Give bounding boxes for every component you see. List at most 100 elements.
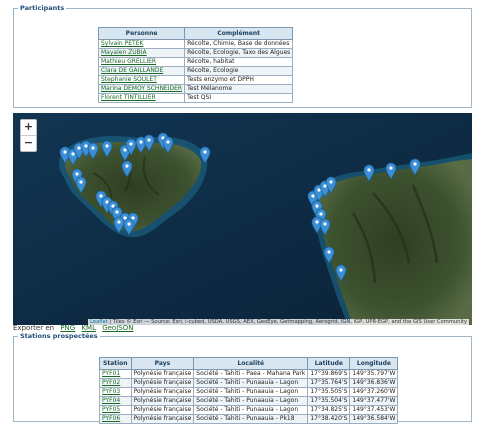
station-lon-cell: 149°36.584'W <box>349 414 399 424</box>
col-personne: Personne <box>97 27 186 40</box>
participant-role-cell: Test QSI <box>184 93 294 103</box>
participant-link[interactable]: Sylvain PETEK <box>101 40 143 47</box>
participant-link[interactable]: Mayalen ZUBIA <box>101 49 147 56</box>
table-row: Mayalen ZUBIA Récolte, Ecologie, Taxo des… <box>97 48 294 58</box>
participant-name-cell: Mayalen ZUBIA <box>97 48 186 58</box>
marker-dot <box>125 164 129 168</box>
table-row: Sylvain PETEK Récolte, Chimie, Base de do… <box>97 39 294 49</box>
station-lon-cell: 149°37.260'W <box>349 387 399 397</box>
satellite-imagery[interactable] <box>13 113 472 325</box>
marker-dot <box>147 138 151 142</box>
station-station-cell: PYF02 <box>99 378 132 388</box>
marker-dot <box>367 168 371 172</box>
participants-table: Personne Complément Sylvain PETEK Récolte… <box>97 27 294 103</box>
marker-dot <box>111 204 115 208</box>
participant-link[interactable]: Marina DEMOY SCHNEIDER <box>101 85 182 92</box>
participant-name-cell: Sylvain PETEK <box>97 39 186 49</box>
station-lat-cell: 17°34.825'S <box>307 405 351 415</box>
map-view[interactable]: + − Leaflet | Tiles © Esri — Source: Esr… <box>13 113 472 325</box>
participant-link[interactable]: Mathieu GRELLIER <box>101 58 156 65</box>
station-localite-cell: Société - Tahiti - Punaauia - Lagon <box>193 378 309 388</box>
marker-dot <box>339 268 343 272</box>
station-localite-cell: Société - Tahiti - Paea - Mahana Park <box>193 369 309 379</box>
export-png-link[interactable]: PNG <box>60 324 75 332</box>
participant-link[interactable]: Clara DE GAILLANDE <box>101 67 163 74</box>
marker-dot <box>139 140 143 144</box>
participant-name-cell: Marina DEMOY SCHNEIDER <box>97 84 186 94</box>
station-pays-cell: Polynésie française <box>130 414 195 424</box>
participant-role-cell: Récolte, Ecologie, Taxo des Algues <box>184 48 294 58</box>
station-localite-cell: Société - Tahiti - Punaauia - Lagon <box>193 405 309 415</box>
marker-dot <box>84 144 88 148</box>
station-link[interactable]: PYF05 <box>102 406 120 413</box>
marker-dot <box>63 150 67 154</box>
table-row: Clara DE GAILLANDE Récolte, Ecologie <box>97 66 294 76</box>
map-attribution: Leaflet | Tiles © Esri — Source: Esri, i… <box>88 319 469 325</box>
marker-dot <box>123 148 127 152</box>
table-row: Marina DEMOY SCHNEIDER Test Mélanome <box>97 84 294 94</box>
participant-role-cell: Tests enzymo et DPPH <box>184 75 294 85</box>
marker-dot <box>413 162 417 166</box>
export-label: Exporter en <box>13 324 55 332</box>
marker-dot <box>105 144 109 148</box>
table-row: PYF01 Polynésie française Société - Tahiti… <box>99 369 399 379</box>
stations-legend: Stations prospectées <box>20 332 98 340</box>
station-link[interactable]: PYF03 <box>102 388 120 395</box>
station-link[interactable]: PYF06 <box>102 415 120 422</box>
marker-dot <box>79 180 83 184</box>
participant-role-cell: Test Mélanome <box>184 84 294 94</box>
export-kml-link[interactable]: KML <box>81 324 96 332</box>
zoom-control: + − <box>20 119 37 152</box>
marker-dot <box>99 194 103 198</box>
participant-role-cell: Récolte, Chimie, Base de données <box>184 39 294 49</box>
station-link[interactable]: PYF02 <box>102 379 120 386</box>
station-lon-cell: 149°36.836'W <box>349 378 399 388</box>
zoom-out-button[interactable]: − <box>21 136 36 151</box>
marker-dot <box>315 204 319 208</box>
station-pays-cell: Polynésie française <box>130 369 195 379</box>
participant-role-cell: Récolte, Ecologie <box>184 66 294 76</box>
table-row: PYF05 Polynésie française Société - Tahiti… <box>99 405 399 415</box>
station-pays-cell: Polynésie française <box>130 396 195 406</box>
station-localite-cell: Société - Tahiti - Punaauia - Lagon <box>193 387 309 397</box>
export-bar: Exporter en PNG KML GeoJSON <box>13 324 133 332</box>
table-row: Stephanie SOULET Tests enzymo et DPPH <box>97 75 294 85</box>
station-localite-cell: Société - Tahiti - Punaauia - Pk18 <box>193 414 309 424</box>
station-lon-cell: 149°35.797'W <box>349 369 399 379</box>
marker-dot <box>115 210 119 214</box>
marker-dot <box>71 152 75 156</box>
marker-dot <box>105 200 109 204</box>
table-row: PYF02 Polynésie française Société - Tahiti… <box>99 378 399 388</box>
station-lat-cell: 17°35.764'S <box>307 378 351 388</box>
station-link[interactable]: PYF01 <box>102 370 120 377</box>
export-geojson-link[interactable]: GeoJSON <box>102 324 133 332</box>
col-station: Station <box>99 357 132 370</box>
participant-name-cell: Florent TINTILLIER <box>97 93 186 103</box>
table-row: PYF06 Polynésie française Société - Tahiti… <box>99 414 399 424</box>
participant-link[interactable]: Stephanie SOULET <box>101 76 157 83</box>
table-row: PYF03 Polynésie française Société - Tahiti… <box>99 387 399 397</box>
table-row: Florent TINTILLIER Test QSI <box>97 93 294 103</box>
marker-dot <box>117 220 121 224</box>
participant-link[interactable]: Florent TINTILLIER <box>101 94 156 101</box>
marker-dot <box>329 180 333 184</box>
marker-dot <box>323 184 327 188</box>
marker-dot <box>317 188 321 192</box>
station-lon-cell: 149°37.453'W <box>349 405 399 415</box>
station-station-cell: PYF05 <box>99 405 132 415</box>
marker-dot <box>127 222 131 226</box>
stations-fieldset: Stations prospectées Station Pays Locali… <box>13 332 472 424</box>
table-row: PYF04 Polynésie française Société - Tahiti… <box>99 396 399 406</box>
marker-dot <box>311 194 315 198</box>
station-localite-cell: Société - Tahiti - Punaauia - Lagon <box>193 396 309 406</box>
zoom-in-button[interactable]: + <box>21 120 36 136</box>
table-row: Mathieu GRELLIER Récolte, habitat <box>97 57 294 67</box>
station-station-cell: PYF01 <box>99 369 132 379</box>
station-link[interactable]: PYF04 <box>102 397 120 404</box>
participant-name-cell: Stephanie SOULET <box>97 75 186 85</box>
station-pays-cell: Polynésie française <box>130 387 195 397</box>
station-pays-cell: Polynésie française <box>130 378 195 388</box>
marker-dot <box>123 216 127 220</box>
station-pays-cell: Polynésie française <box>130 405 195 415</box>
marker-dot <box>315 220 319 224</box>
